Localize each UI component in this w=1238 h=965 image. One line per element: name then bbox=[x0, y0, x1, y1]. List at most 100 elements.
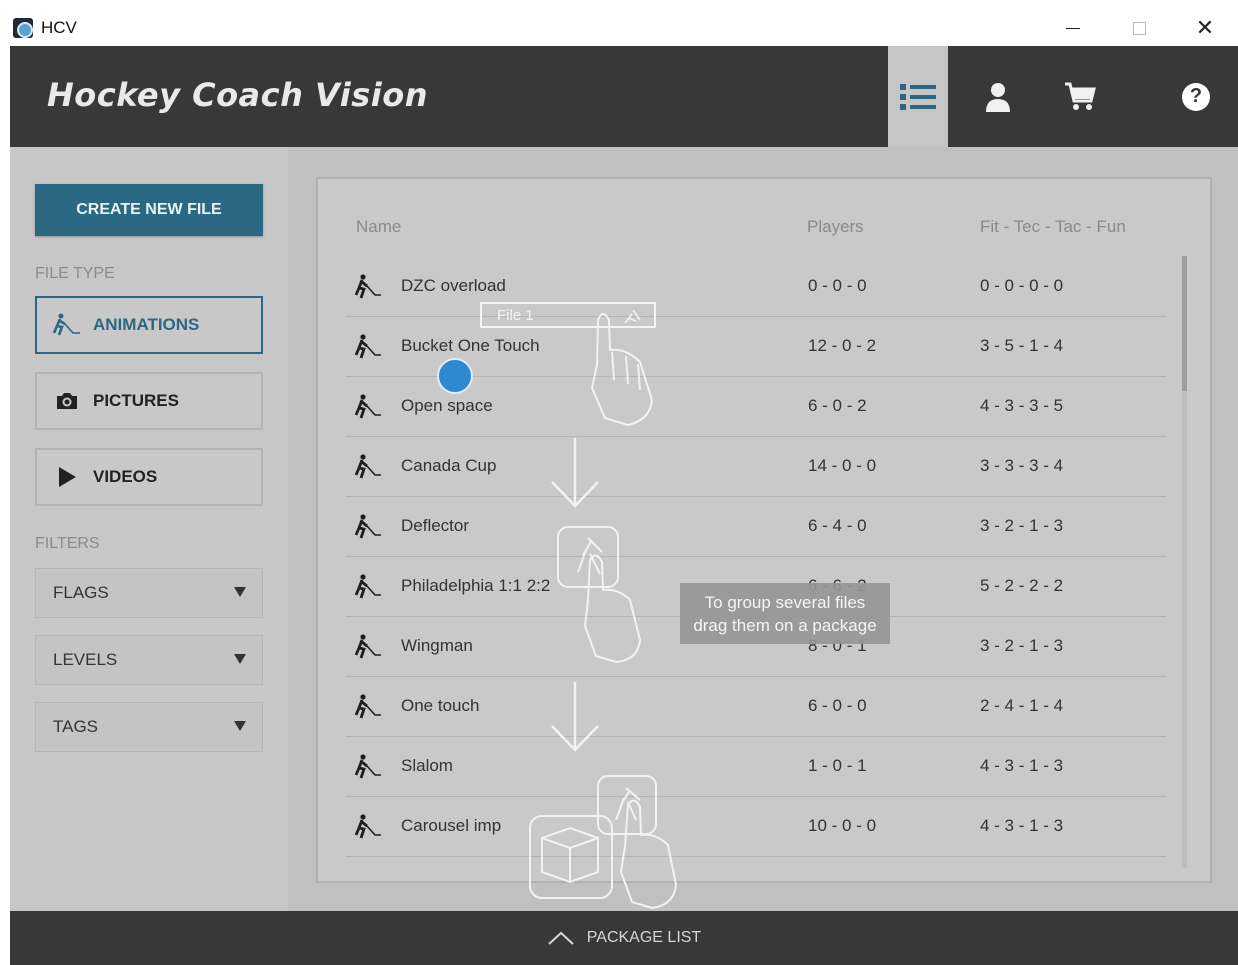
app-header: Hockey Coach Vision ? bbox=[10, 46, 1238, 147]
file-row[interactable]: Deflector 6 - 4 - 0 3 - 2 - 1 - 3 bbox=[346, 497, 1166, 557]
skater-icon bbox=[354, 393, 382, 421]
file-scores: 0 - 0 - 0 - 0 bbox=[980, 276, 1064, 295]
filter-flags-dropdown[interactable]: FLAGS bbox=[35, 568, 263, 618]
main-content: Name Players Fit - Tec - Tac - Fun DZC o… bbox=[288, 147, 1238, 911]
file-players: 1 - 0 - 1 bbox=[808, 756, 867, 775]
file-row[interactable]: One touch 6 - 0 - 0 2 - 4 - 1 - 4 bbox=[346, 677, 1166, 737]
help-button[interactable]: ? bbox=[1166, 46, 1226, 147]
maximize-icon bbox=[1132, 21, 1146, 35]
dropdown-arrow-icon bbox=[234, 587, 246, 597]
skater-icon bbox=[354, 573, 382, 601]
maximize-button[interactable] bbox=[1106, 10, 1172, 46]
file-row[interactable]: Philadelphia 1:1 2:2 6 - 6 - 2 5 - 2 - 2 -… bbox=[346, 557, 1166, 617]
file-type-label: FILE TYPE bbox=[35, 265, 115, 282]
file-scores: 3 - 2 - 1 - 3 bbox=[980, 636, 1064, 655]
column-header-scores[interactable]: Fit - Tec - Tac - Fun bbox=[980, 217, 1126, 237]
camera-icon bbox=[53, 389, 81, 413]
file-name: Wingman bbox=[401, 636, 473, 655]
skater-icon bbox=[354, 753, 382, 781]
skater-icon bbox=[354, 633, 382, 661]
file-row[interactable]: Canada Cup 14 - 0 - 0 3 - 3 - 3 - 4 bbox=[346, 437, 1166, 497]
minimize-icon bbox=[1066, 27, 1080, 29]
file-row[interactable]: Open space 6 - 0 - 2 4 - 3 - 3 - 5 bbox=[346, 377, 1166, 437]
skater-icon bbox=[354, 273, 382, 301]
help-icon: ? bbox=[1182, 82, 1210, 111]
app-logo-icon bbox=[13, 18, 33, 38]
file-scores: 3 - 3 - 3 - 4 bbox=[980, 456, 1064, 475]
app-window: HCV ✕ Hockey Coach Vision ? CREATE NEW F… bbox=[0, 0, 1238, 965]
file-scores: 3 - 2 - 1 - 3 bbox=[980, 516, 1064, 535]
file-players: 6 - 4 - 0 bbox=[808, 516, 867, 535]
filters-label: FILTERS bbox=[35, 535, 100, 552]
file-players: 6 - 6 - 2 bbox=[808, 576, 867, 595]
window-titlebar: HCV ✕ bbox=[10, 10, 1238, 46]
file-scores: 2 - 4 - 1 - 4 bbox=[980, 696, 1064, 715]
user-icon bbox=[986, 82, 1010, 112]
skater-icon bbox=[354, 693, 382, 721]
file-type-videos[interactable]: VIDEOS bbox=[35, 448, 263, 506]
file-row[interactable]: Wingman 8 - 0 - 1 3 - 2 - 1 - 3 bbox=[346, 617, 1166, 677]
file-players: 14 - 0 - 0 bbox=[808, 456, 877, 475]
cart-button[interactable] bbox=[1050, 46, 1110, 147]
file-name: One touch bbox=[401, 696, 480, 715]
skater-icon bbox=[354, 453, 382, 481]
file-scores: 4 - 3 - 1 - 3 bbox=[980, 816, 1064, 835]
file-list-panel: Name Players Fit - Tec - Tac - Fun DZC o… bbox=[316, 177, 1212, 883]
file-type-label-pictures: PICTURES bbox=[93, 391, 179, 410]
file-name: Carousel imp bbox=[401, 816, 502, 835]
file-name: Bucket One Touch bbox=[401, 336, 540, 355]
file-players: 6 - 0 - 0 bbox=[808, 696, 867, 715]
file-players: 0 - 0 - 0 bbox=[808, 276, 867, 295]
file-scores: 5 - 2 - 2 - 2 bbox=[980, 576, 1064, 595]
file-scores: 4 - 3 - 1 - 3 bbox=[980, 756, 1064, 775]
skater-icon bbox=[354, 333, 382, 361]
dropdown-arrow-icon bbox=[234, 654, 246, 664]
file-type-pictures[interactable]: PICTURES bbox=[35, 372, 263, 430]
file-name: DZC overload bbox=[401, 276, 506, 295]
brand-title: Hockey Coach Vision bbox=[47, 76, 428, 114]
file-type-label-videos: VIDEOS bbox=[93, 467, 158, 486]
filter-levels-label: LEVELS bbox=[53, 650, 118, 669]
file-players: 10 - 0 - 0 bbox=[808, 816, 877, 835]
file-players: 6 - 0 - 2 bbox=[808, 396, 867, 415]
file-type-animations[interactable]: ANIMATIONS bbox=[35, 296, 263, 354]
filter-tags-dropdown[interactable]: TAGS bbox=[35, 702, 263, 752]
file-row[interactable]: Slalom 1 - 0 - 1 4 - 3 - 1 - 3 bbox=[346, 737, 1166, 797]
package-list-bar[interactable]: PACKAGE LIST bbox=[10, 911, 1238, 965]
chevron-up-icon bbox=[548, 931, 574, 945]
list-icon bbox=[900, 83, 936, 110]
filter-flags-label: FLAGS bbox=[53, 583, 109, 602]
file-row[interactable]: Bucket One Touch 12 - 0 - 2 3 - 5 - 1 - 4 bbox=[346, 317, 1166, 377]
sidebar: CREATE NEW FILE FILE TYPE ANIMATIONS PIC… bbox=[10, 147, 288, 911]
file-name: Philadelphia 1:1 2:2 bbox=[401, 576, 551, 595]
minimize-button[interactable] bbox=[1040, 10, 1106, 46]
close-button[interactable]: ✕ bbox=[1172, 10, 1238, 46]
package-list-label: PACKAGE LIST bbox=[586, 929, 702, 946]
skater-icon bbox=[354, 513, 382, 541]
file-name: Canada Cup bbox=[401, 456, 497, 475]
scrollbar-thumb[interactable] bbox=[1182, 256, 1187, 391]
create-new-file-button[interactable]: CREATE NEW FILE bbox=[35, 184, 263, 236]
window-controls: ✕ bbox=[1040, 10, 1238, 46]
file-scores: 3 - 5 - 1 - 4 bbox=[980, 336, 1064, 355]
file-row[interactable]: DZC overload 0 - 0 - 0 0 - 0 - 0 - 0 bbox=[346, 257, 1166, 317]
dropdown-arrow-icon bbox=[234, 721, 246, 731]
list-view-button[interactable] bbox=[888, 46, 948, 147]
scrollbar[interactable] bbox=[1182, 256, 1187, 868]
column-header-players[interactable]: Players bbox=[807, 217, 864, 237]
file-row[interactable]: Carousel imp 10 - 0 - 0 4 - 3 - 1 - 3 bbox=[346, 797, 1166, 857]
filter-tags-label: TAGS bbox=[53, 717, 99, 736]
skater-icon bbox=[53, 313, 81, 337]
window-title: HCV bbox=[41, 18, 77, 37]
filter-levels-dropdown[interactable]: LEVELS bbox=[35, 635, 263, 685]
play-icon bbox=[53, 465, 81, 489]
column-header-name[interactable]: Name bbox=[356, 217, 401, 237]
account-button[interactable] bbox=[968, 46, 1028, 147]
close-icon: ✕ bbox=[1195, 15, 1215, 40]
file-name: Deflector bbox=[401, 516, 470, 535]
skater-icon bbox=[354, 813, 382, 841]
file-scores: 4 - 3 - 3 - 5 bbox=[980, 396, 1064, 415]
file-players: 8 - 0 - 1 bbox=[808, 636, 867, 655]
file-players: 12 - 0 - 2 bbox=[808, 336, 877, 355]
file-type-label-animations: ANIMATIONS bbox=[93, 315, 200, 334]
